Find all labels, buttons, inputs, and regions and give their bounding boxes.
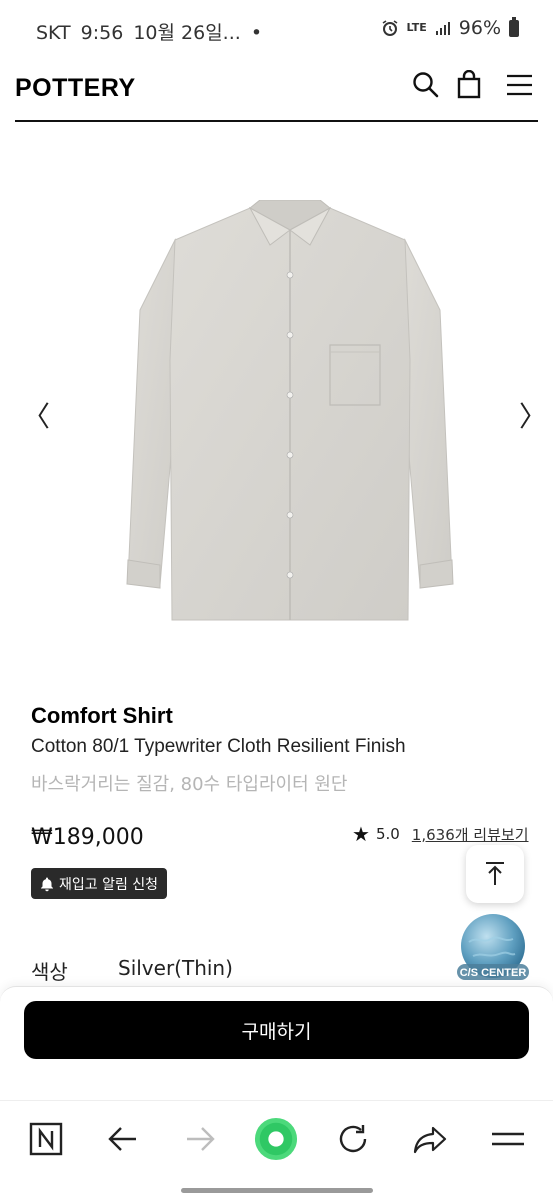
star-icon: ★ — [352, 822, 370, 846]
browser-menu-icon[interactable] — [485, 1117, 529, 1161]
carrier: SKT — [36, 22, 71, 44]
product-price: ₩189,000 — [31, 825, 144, 850]
menu-icon[interactable] — [505, 70, 535, 100]
product-title: Comfort Shirt — [31, 703, 173, 728]
battery-percent: 96% — [458, 17, 501, 39]
restock-label: 재입고 알림 신청 — [59, 876, 159, 893]
clock: 9:56 — [80, 22, 124, 44]
product-gallery: 〈 〉 — [0, 150, 553, 670]
refresh-icon[interactable] — [331, 1117, 375, 1161]
share-icon[interactable] — [408, 1117, 452, 1161]
site-header: POTTERY — [15, 60, 538, 122]
rating-summary: ★ 5.0 1,636개 리뷰보기 — [352, 822, 529, 846]
status-bar: SKT 9:56 10월 26일... • LTE 96% — [0, 0, 553, 60]
buy-button[interactable]: 구매하기 — [24, 1001, 529, 1059]
status-right: LTE 96% — [381, 16, 519, 39]
rating-score: 5.0 — [375, 825, 400, 843]
restock-alert-button[interactable]: 재입고 알림 신청 — [31, 868, 168, 899]
date: 10월 26일... — [133, 22, 241, 44]
prev-image-button[interactable]: 〈 — [22, 395, 50, 435]
product-subtitle: Cotton 80/1 Typewriter Cloth Resilient F… — [31, 736, 406, 757]
status-left: SKT 9:56 10월 26일... • — [36, 18, 272, 45]
scroll-to-top-button[interactable] — [466, 845, 524, 903]
globe-icon: C/S CENTER — [457, 914, 529, 980]
color-label: 색상 — [31, 960, 68, 984]
bag-icon[interactable] — [454, 70, 484, 100]
home-icon[interactable] — [254, 1117, 298, 1161]
cs-center-label: C/S CENTER — [460, 967, 527, 979]
network-type: LTE — [406, 21, 427, 34]
brand-logo[interactable]: POTTERY — [15, 74, 136, 103]
cs-center-button[interactable]: C/S CENTER — [455, 912, 531, 988]
option-color-row: 색상 Silver(Thin) — [31, 956, 233, 985]
forward-icon[interactable] — [178, 1117, 222, 1161]
product-description: 바스락거리는 질감, 80수 타입라이터 원단 — [31, 774, 348, 795]
n-icon[interactable] — [24, 1117, 68, 1161]
back-icon[interactable] — [101, 1117, 145, 1161]
reviews-link[interactable]: 1,636개 리뷰보기 — [412, 824, 529, 845]
arrow-up-icon — [486, 862, 504, 885]
color-value[interactable]: Silver(Thin) — [118, 956, 233, 985]
search-icon[interactable] — [411, 70, 441, 100]
next-image-button[interactable]: 〉 — [519, 395, 547, 435]
bell-icon — [41, 877, 53, 891]
notification-dot: • — [250, 22, 263, 44]
product-image — [126, 200, 454, 621]
signal-icon — [435, 22, 450, 35]
browser-toolbar — [0, 1100, 553, 1200]
purchase-bar: 구매하기 — [0, 986, 553, 1100]
battery-icon — [509, 16, 519, 37]
home-indicator[interactable] — [181, 1188, 373, 1193]
alarm-icon — [382, 20, 397, 36]
